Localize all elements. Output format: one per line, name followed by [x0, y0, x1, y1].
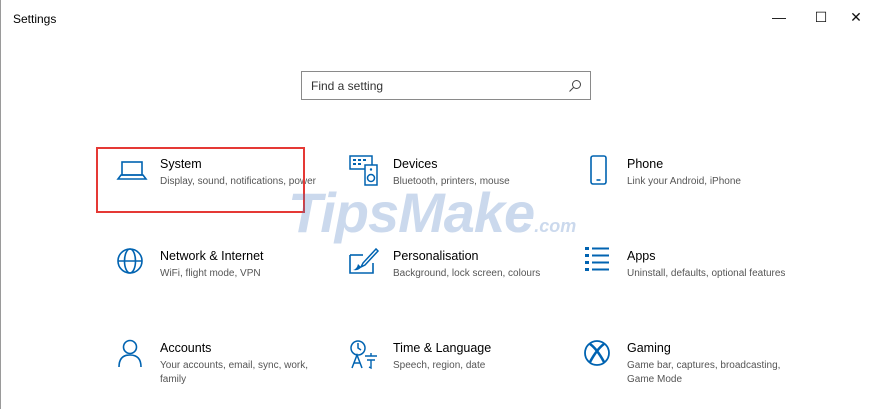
minimize-button[interactable]: —	[759, 0, 799, 34]
tile-name: Time & Language	[393, 341, 492, 355]
tile-name: Apps	[627, 249, 656, 263]
tile-system[interactable]: System Display, sound, notifications, po…	[116, 155, 326, 225]
tile-description: Uninstall, defaults, optional features	[627, 268, 786, 279]
xbox-icon	[584, 340, 610, 366]
tile-description: Display, sound, notifications, power	[160, 176, 317, 187]
tile-apps[interactable]: Apps Uninstall, defaults, optional featu…	[583, 247, 793, 317]
person-icon	[118, 339, 142, 368]
minimize-icon: —	[772, 9, 786, 25]
tile-name: Personalisation	[393, 249, 479, 263]
tile-phone[interactable]: Phone Link your Android, iPhone	[583, 155, 793, 225]
tile-description: Bluetooth, printers, mouse	[393, 176, 510, 187]
keyboard-speaker-icon	[349, 155, 378, 186]
apps-list-icon	[585, 247, 609, 271]
search-icon[interactable]	[568, 79, 582, 93]
language-icon	[350, 340, 377, 370]
settings-window: Settings — ☐ ✕ System Display, sound, no…	[0, 0, 870, 409]
laptop-icon	[116, 161, 148, 180]
window-title: Settings	[13, 12, 57, 26]
tile-name: Phone	[627, 157, 664, 171]
tile-personalisation[interactable]: Personalisation Background, lock screen,…	[349, 247, 559, 317]
tile-description: Link your Android, iPhone	[627, 176, 741, 187]
tile-devices[interactable]: Devices Bluetooth, printers, mouse	[349, 155, 559, 225]
maximize-icon: ☐	[814, 8, 828, 25]
close-icon: ✕	[850, 8, 862, 25]
maximize-button[interactable]: ☐	[801, 0, 841, 34]
globe-icon	[117, 248, 143, 274]
title-bar[interactable]: Settings — ☐ ✕	[1, 0, 870, 34]
tile-gaming[interactable]: Gaming Game bar, captures, broadcasting,…	[583, 339, 793, 409]
tile-name: Accounts	[160, 341, 212, 355]
tile-name: Devices	[393, 157, 438, 171]
search-box[interactable]	[301, 71, 591, 100]
tile-description: Speech, region, date	[393, 360, 486, 371]
tile-name: Network & Internet	[160, 249, 264, 263]
tile-description: Background, lock screen, colours	[393, 268, 541, 279]
phone-icon	[590, 155, 607, 185]
search-input[interactable]	[311, 77, 561, 95]
tile-description: WiFi, flight mode, VPN	[160, 268, 261, 279]
tile-time-language[interactable]: Time & Language Speech, region, date	[349, 339, 559, 409]
tile-description: Game bar, captures, broadcasting, Game M…	[627, 360, 781, 385]
close-button[interactable]: ✕	[841, 0, 870, 34]
tile-network[interactable]: Network & Internet WiFi, flight mode, VP…	[116, 247, 326, 317]
tile-name: System	[160, 157, 202, 171]
tile-name: Gaming	[627, 341, 671, 355]
tile-description: Your accounts, email, sync, work, family	[160, 360, 309, 385]
tile-accounts[interactable]: Accounts Your accounts, email, sync, wor…	[116, 339, 326, 409]
brush-icon	[349, 247, 380, 274]
